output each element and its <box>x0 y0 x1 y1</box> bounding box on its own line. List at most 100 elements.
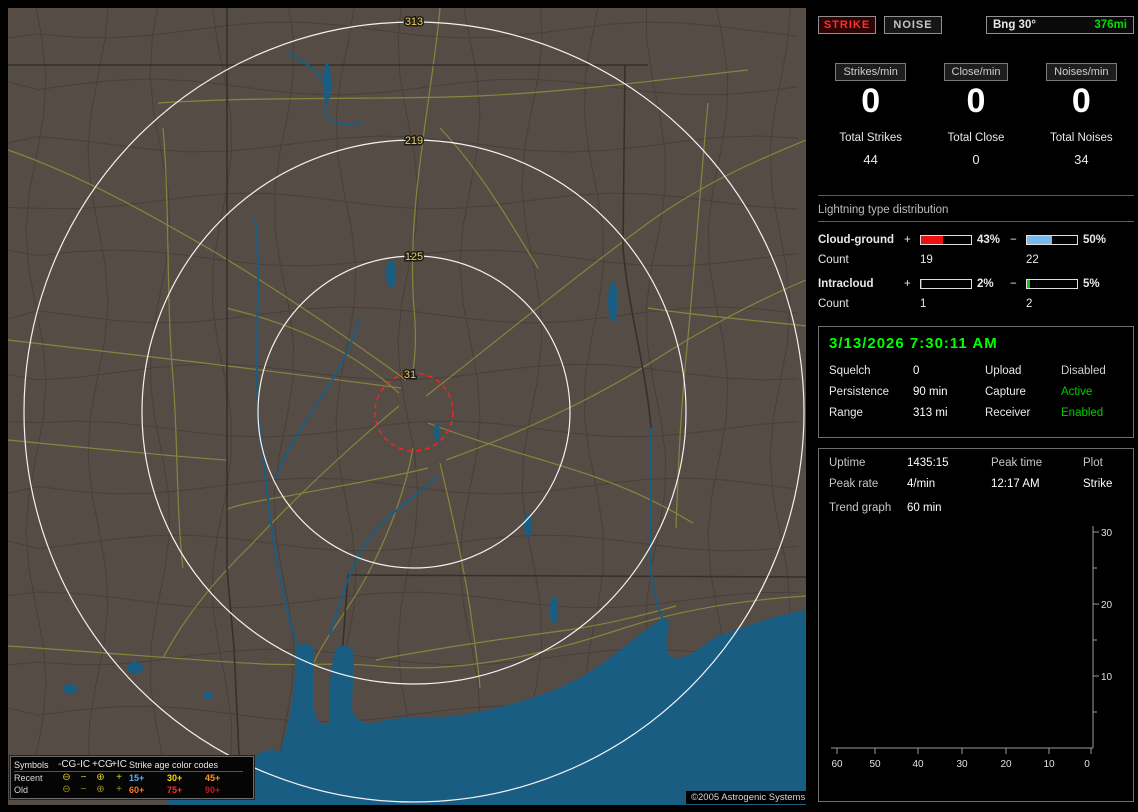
intracloud-count-row: Count 1 2 <box>818 298 1134 310</box>
cg-negative-pct: 50% <box>1083 234 1107 246</box>
minus-sign: − <box>1010 234 1017 246</box>
peak-time-value: 12:17 AM <box>991 478 1040 490</box>
pos-ic-old-icon: + <box>116 784 122 795</box>
lake <box>434 423 440 441</box>
trend-x-tick: 20 <box>1000 759 1012 770</box>
upload-label: Upload <box>985 365 1022 377</box>
bearing-label: Bng 30° <box>993 19 1036 31</box>
intracloud-label: Intracloud <box>818 278 874 290</box>
receiver-status: Enabled <box>1061 407 1104 419</box>
lake <box>386 260 396 288</box>
capture-status: Active <box>1061 386 1093 398</box>
trend-x-tick: 0 <box>1084 759 1090 770</box>
noise-button[interactable]: NOISE <box>884 16 942 34</box>
total-strikes-label: Total Strikes <box>839 132 902 144</box>
legend-age-title: Strike age color codes <box>129 759 243 772</box>
total-close-label: Total Close <box>947 132 1005 144</box>
stats-trend-box: Uptime 1435:15 Peak time Plot Peak rate … <box>818 448 1134 802</box>
pos-cg-recent-icon: ⊕ <box>96 772 105 783</box>
intracloud-row: Intracloud + 2% − 5% <box>818 278 1134 290</box>
total-strikes-value: 44 <box>863 152 878 167</box>
range-label-125: 125 <box>405 251 423 263</box>
lake <box>524 513 532 537</box>
plot-value: Strike <box>1083 478 1113 490</box>
receiver-status-grid: Squelch 0 Upload Disabled Persistence 90… <box>829 365 1123 419</box>
capture-label: Capture <box>985 386 1026 398</box>
neg-ic-old-icon: − <box>80 784 87 795</box>
ic-negative-count: 2 <box>1026 298 1033 310</box>
ic-positive-pct: 2% <box>977 278 994 290</box>
close-per-min-button[interactable]: Close/min <box>943 63 1009 81</box>
strikes-per-min-button[interactable]: Strikes/min <box>835 63 906 81</box>
uptime-value: 1435:15 <box>907 457 949 469</box>
age-code: 60+ <box>129 785 145 795</box>
age-code: 75+ <box>167 785 183 795</box>
rate-labels: Strikes/min Close/min Noises/min <box>818 63 1134 81</box>
age-code: 15+ <box>129 773 145 783</box>
ic-positive-bar-fill <box>921 280 922 288</box>
symbol-legend: Symbols -CG -IC +CG +IC Strike age color… <box>9 755 255 800</box>
cg-positive-bar-fill <box>921 236 943 244</box>
uptime-label: Uptime <box>829 457 866 469</box>
peak-rate-label: Peak rate <box>829 478 879 490</box>
copyright-notice: ©2005 Astrogenic Systems <box>686 791 811 804</box>
divider <box>818 195 1134 196</box>
cloud-ground-row: Cloud-ground + 43% − 50% <box>818 234 1134 246</box>
squelch-label: Squelch <box>829 365 871 377</box>
trend-x-tick: 10 <box>1043 759 1055 770</box>
legend-col-pos-ic: +IC <box>109 759 129 772</box>
ic-negative-bar <box>1026 279 1078 289</box>
total-noises-label: Total Noises <box>1050 132 1113 144</box>
trend-graph-label: Trend graph <box>829 502 892 514</box>
count-label: Count <box>818 254 849 266</box>
pos-ic-recent-icon: + <box>116 772 122 783</box>
cloud-ground-count-row: Count 19 22 <box>818 254 1134 266</box>
persistence-label: Persistence <box>829 386 890 398</box>
range-label-219: 219 <box>405 135 423 147</box>
count-label: Count <box>818 298 849 310</box>
pos-cg-old-icon: ⊕ <box>96 784 105 795</box>
upload-status: Disabled <box>1061 365 1106 377</box>
total-close-value: 0 <box>972 152 980 167</box>
cg-positive-count: 19 <box>920 254 933 266</box>
persistence-value: 90 min <box>913 386 948 398</box>
trend-window-value: 60 min <box>907 502 942 514</box>
stats-grid: Uptime 1435:15 Peak time Plot Peak rate … <box>829 457 1123 490</box>
cg-negative-count: 22 <box>1026 254 1039 266</box>
status-panel: STRIKE NOISE Bng 30° 376mi Strikes/min C… <box>815 0 1138 812</box>
strike-button[interactable]: STRIKE <box>818 16 876 34</box>
cg-negative-bar <box>1026 235 1078 245</box>
cg-negative-bar-fill <box>1027 236 1052 244</box>
range-label: Range <box>829 407 863 419</box>
total-noises-value: 34 <box>1074 152 1089 167</box>
trend-x-tick: 30 <box>956 759 968 770</box>
noises-per-min-value: 0 <box>1071 82 1091 120</box>
receiver-status-box: 3/13/2026 7:30:11 AM Squelch 0 Upload Di… <box>818 326 1134 438</box>
bearing-display: Bng 30° 376mi <box>986 16 1134 34</box>
trend-y-tick-20: 20 <box>1101 600 1113 611</box>
legend-col-neg-ic: -IC <box>75 759 92 772</box>
age-code: 45+ <box>205 773 221 783</box>
distribution-title: Lightning type distribution <box>818 204 1134 222</box>
map-svg[interactable]: 313 219 125 31 <box>8 8 806 805</box>
range-label-31: 31 <box>404 369 416 381</box>
peak-time-label: Peak time <box>991 457 1043 469</box>
legend-row-label: Recent <box>14 773 43 783</box>
trend-graph-header: Trend graph 60 min <box>829 502 1123 514</box>
lake <box>63 684 77 694</box>
strikes-per-min-value: 0 <box>861 82 881 120</box>
plot-label: Plot <box>1083 457 1103 469</box>
noises-per-min-button[interactable]: Noises/min <box>1046 63 1117 81</box>
range-label-313: 313 <box>405 16 423 28</box>
legend-row-label: Old <box>14 785 29 795</box>
squelch-value: 0 <box>913 365 920 377</box>
lake <box>127 662 143 674</box>
ic-negative-bar-fill <box>1027 280 1030 288</box>
radar-map[interactable]: 313 219 125 31 Symbols -CG -IC +CG +IC S… <box>8 8 811 805</box>
close-per-min-value: 0 <box>966 82 986 120</box>
legend-col-pos-cg: +CG <box>92 759 113 772</box>
neg-cg-old-icon: ⊖ <box>62 784 71 795</box>
minus-sign: − <box>1010 278 1017 290</box>
plus-sign: + <box>904 234 911 246</box>
legend-symbols-title: Symbols <box>14 759 58 772</box>
